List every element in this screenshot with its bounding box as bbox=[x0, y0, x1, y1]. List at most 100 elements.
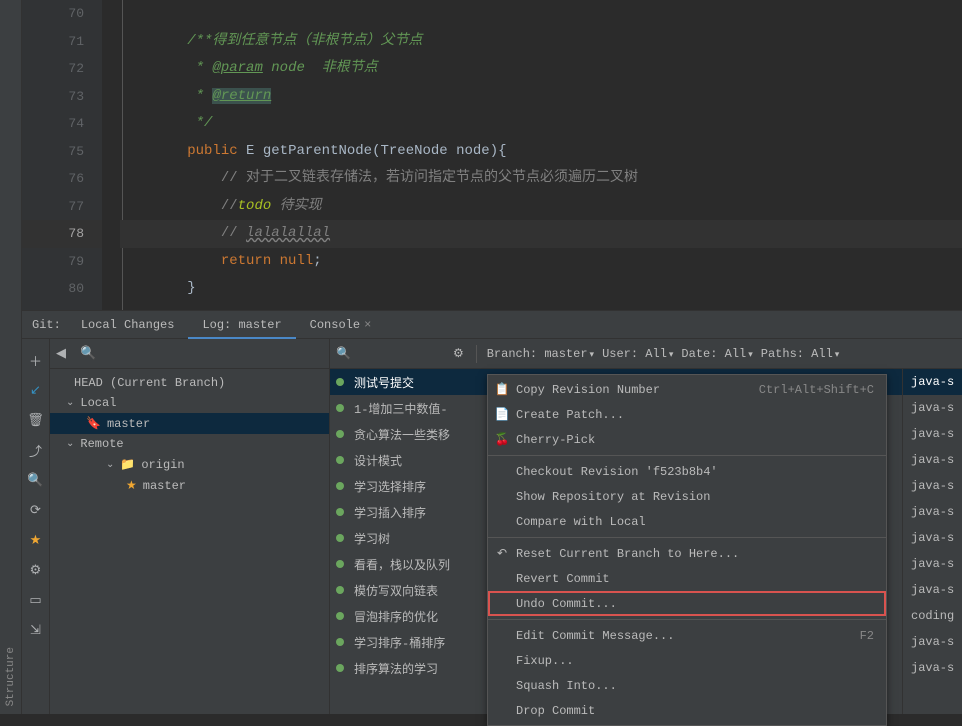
add-icon[interactable]: ＋ bbox=[26, 350, 46, 370]
commit-package[interactable]: java-s bbox=[903, 577, 962, 603]
graph-node-icon bbox=[336, 404, 344, 412]
doc-comment: /**得到任意节点（非根节点）父节点 bbox=[187, 33, 422, 49]
menu-squash[interactable]: Squash Into... bbox=[488, 673, 886, 698]
filter-date[interactable]: Date: All▾ bbox=[681, 347, 752, 361]
expander-icon[interactable]: ⌄ bbox=[66, 438, 74, 450]
reset-icon: ↶ bbox=[494, 546, 510, 561]
menu-cherry-pick[interactable]: 🍒Cherry-Pick bbox=[488, 427, 886, 452]
commit-package[interactable]: coding bbox=[903, 603, 962, 629]
search-icon[interactable]: 🔍 bbox=[80, 346, 96, 361]
code-editor[interactable]: 70 71 72 73 74 75 76 77 78 79 80 81 /**得… bbox=[22, 0, 962, 310]
commit-package[interactable]: java-s bbox=[903, 551, 962, 577]
branch-origin[interactable]: ⌄📁origin bbox=[50, 454, 329, 475]
commit-package[interactable]: java-s bbox=[903, 655, 962, 681]
cherry-icon: 🍒 bbox=[494, 432, 510, 447]
tab-log[interactable]: Log: master bbox=[188, 311, 295, 339]
push-icon[interactable]: ⤴ bbox=[26, 440, 46, 460]
code-comment: // 对于二叉链表存储法，若访问指定节点的父节点必须遍历二叉树 bbox=[221, 170, 638, 186]
graph-node-icon bbox=[336, 612, 344, 620]
menu-create-patch[interactable]: 📄Create Patch... bbox=[488, 402, 886, 427]
commit-package[interactable]: java-s bbox=[903, 499, 962, 525]
line-number: 72 bbox=[22, 55, 102, 83]
line-number: 81 bbox=[22, 303, 102, 311]
menu-reset-branch[interactable]: ↶Reset Current Branch to Here... bbox=[488, 541, 886, 566]
expander-icon[interactable]: ⌄ bbox=[106, 459, 114, 471]
line-number: 74 bbox=[22, 110, 102, 138]
gear-icon[interactable]: ⚙ bbox=[453, 346, 464, 361]
layout-icon[interactable]: ▭ bbox=[26, 590, 46, 610]
commit-search-input[interactable] bbox=[357, 346, 447, 361]
star-icon[interactable]: ★ bbox=[26, 530, 46, 550]
chevron-down-icon: ▾ bbox=[835, 350, 840, 360]
menu-revert-commit[interactable]: Revert Commit bbox=[488, 566, 886, 591]
branches-tree[interactable]: HEAD (Current Branch) ⌄Local 🔖master ⌄Re… bbox=[50, 369, 329, 500]
vcs-toolbar: ＋ ↙ 🗑 ⤴ 🔍 ⟳ ★ ⚙ ▭ ⇲ bbox=[22, 339, 50, 714]
javadoc-return-tag: @return bbox=[212, 88, 271, 104]
commit-package[interactable]: java-s bbox=[903, 447, 962, 473]
filter-paths[interactable]: Paths: All▾ bbox=[761, 347, 840, 361]
chevron-down-icon: ▾ bbox=[748, 350, 753, 360]
line-number: 75 bbox=[22, 138, 102, 166]
close-icon[interactable]: × bbox=[364, 318, 371, 332]
graph-node-icon bbox=[336, 534, 344, 542]
expander-icon[interactable]: ⌄ bbox=[66, 397, 74, 409]
menu-undo-commit[interactable]: Undo Commit... bbox=[488, 591, 886, 616]
patch-icon: 📄 bbox=[494, 407, 510, 422]
copy-icon: 📋 bbox=[494, 382, 510, 397]
search-icon[interactable]: 🔍 bbox=[336, 346, 351, 361]
menu-fixup[interactable]: Fixup... bbox=[488, 648, 886, 673]
menu-edit-message[interactable]: Edit Commit Message...F2 bbox=[488, 623, 886, 648]
graph-node-icon bbox=[336, 508, 344, 516]
branch-head[interactable]: HEAD (Current Branch) bbox=[50, 373, 329, 393]
branch-origin-master[interactable]: ★master bbox=[50, 475, 329, 496]
line-number: 78 bbox=[22, 220, 102, 248]
menu-checkout-revision[interactable]: Checkout Revision 'f523b8b4' bbox=[488, 459, 886, 484]
chevron-down-icon: ▾ bbox=[590, 350, 595, 360]
commit-package[interactable]: java-s bbox=[903, 395, 962, 421]
left-tool-sidebar: Structure bbox=[0, 0, 22, 714]
commit-package-column: java-s java-s java-s java-s java-s java-… bbox=[902, 369, 962, 714]
graph-node-icon bbox=[336, 430, 344, 438]
gear-icon[interactable]: ⚙ bbox=[26, 560, 46, 580]
line-number: 76 bbox=[22, 165, 102, 193]
menu-divider bbox=[488, 537, 886, 538]
star-icon: ★ bbox=[126, 478, 137, 493]
graph-node-icon bbox=[336, 664, 344, 672]
branches-pane: ◀ 🔍 HEAD (Current Branch) ⌄Local 🔖master… bbox=[50, 339, 330, 714]
refresh-icon[interactable]: ⟳ bbox=[26, 500, 46, 520]
commit-package[interactable]: java-s bbox=[903, 421, 962, 447]
commit-package[interactable]: java-s bbox=[903, 525, 962, 551]
menu-compare-local[interactable]: Compare with Local bbox=[488, 509, 886, 534]
checkout-icon[interactable]: ↙ bbox=[26, 380, 46, 400]
delete-icon[interactable]: 🗑 bbox=[26, 410, 46, 430]
commit-package[interactable]: java-s bbox=[903, 369, 962, 395]
branch-remote[interactable]: ⌄Remote bbox=[50, 434, 329, 454]
commits-filter-bar: 🔍 ⚙ Branch: master▾ User: All▾ Date: All… bbox=[330, 339, 962, 369]
menu-show-repository[interactable]: Show Repository at Revision bbox=[488, 484, 886, 509]
back-icon[interactable]: ◀ bbox=[56, 346, 76, 361]
line-number: 71 bbox=[22, 28, 102, 56]
commit-package[interactable]: java-s bbox=[903, 473, 962, 499]
branch-master[interactable]: 🔖master bbox=[50, 413, 329, 434]
folder-icon: 📁 bbox=[120, 457, 135, 472]
search-icon[interactable]: 🔍 bbox=[26, 470, 46, 490]
expand-icon[interactable]: ⇲ bbox=[26, 620, 46, 640]
line-number: 79 bbox=[22, 248, 102, 276]
code-area[interactable]: /**得到任意节点（非根节点）父节点 * @param node 非根节点 * … bbox=[102, 0, 962, 310]
graph-node-icon bbox=[336, 586, 344, 594]
structure-tool-label[interactable]: Structure bbox=[5, 647, 17, 706]
commit-package[interactable]: java-s bbox=[903, 629, 962, 655]
filter-branch[interactable]: Branch: master▾ bbox=[487, 347, 594, 361]
menu-divider bbox=[488, 455, 886, 456]
filter-user[interactable]: User: All▾ bbox=[602, 347, 673, 361]
line-number: 70 bbox=[22, 0, 102, 28]
menu-copy-revision[interactable]: 📋Copy Revision NumberCtrl+Alt+Shift+C bbox=[488, 377, 886, 402]
tab-local-changes[interactable]: Local Changes bbox=[67, 311, 189, 339]
commit-context-menu: 📋Copy Revision NumberCtrl+Alt+Shift+C 📄C… bbox=[487, 374, 887, 726]
branch-local[interactable]: ⌄Local bbox=[50, 393, 329, 413]
line-number: 73 bbox=[22, 83, 102, 111]
vcs-tabs: Git: Local Changes Log: master Console× bbox=[22, 310, 962, 339]
git-label: Git: bbox=[32, 318, 61, 332]
menu-drop-commit[interactable]: Drop Commit bbox=[488, 698, 886, 723]
tab-console[interactable]: Console× bbox=[296, 311, 386, 339]
